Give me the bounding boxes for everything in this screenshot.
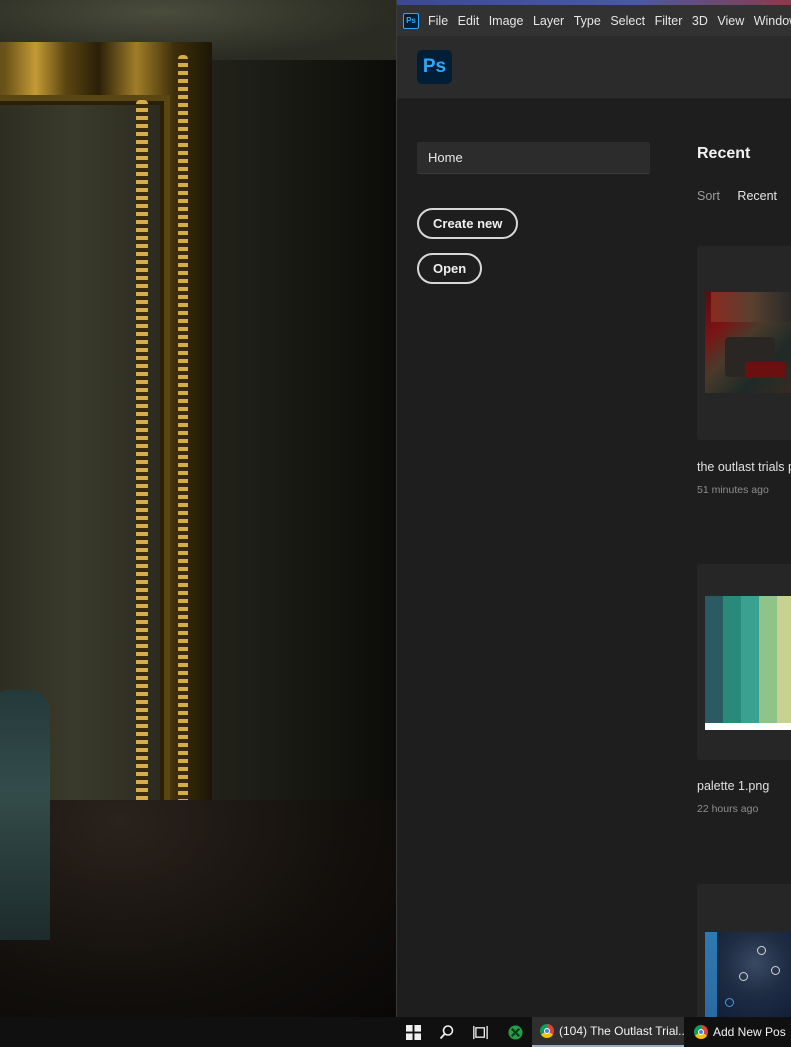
file-name[interactable]: palette 1.png: [697, 779, 769, 793]
menu-view[interactable]: View: [717, 14, 744, 28]
palette-swatch: [723, 596, 741, 723]
search-icon[interactable]: [430, 1017, 464, 1047]
sort-dropdown[interactable]: Recent: [737, 189, 777, 203]
taskbar-task-chrome-1[interactable]: (104) The Outlast Trial...: [532, 1017, 684, 1047]
recent-file-card-3[interactable]: [697, 884, 791, 1017]
desktop-wallpaper: [0, 0, 396, 1017]
menu-3d[interactable]: 3D: [692, 14, 708, 28]
menu-bar: Ps File Edit Image Layer Type Select Fil…: [397, 5, 791, 36]
menu-window[interactable]: Window: [754, 14, 791, 28]
home-header: Ps: [397, 36, 791, 99]
file-name[interactable]: the outlast trials p: [697, 460, 791, 474]
file-time: 51 minutes ago: [697, 484, 769, 496]
xbox-icon[interactable]: [498, 1017, 532, 1047]
taskbar: (104) The Outlast Trial... Add New Post: [0, 1017, 791, 1047]
sort-label: Sort: [697, 189, 720, 203]
windows-start-icon[interactable]: [396, 1017, 430, 1047]
palette-swatch: [777, 596, 791, 723]
palette-swatch: [741, 596, 759, 723]
menu-file[interactable]: File: [428, 14, 448, 28]
menu-image[interactable]: Image: [489, 14, 524, 28]
sidebar-item-label: Home: [428, 150, 463, 165]
create-new-button[interactable]: Create new: [417, 208, 519, 239]
task-label: Add New Post: [713, 1025, 786, 1039]
task-view-icon[interactable]: [464, 1017, 498, 1047]
open-button[interactable]: Open: [417, 253, 483, 284]
sidebar-item-home[interactable]: Home: [417, 142, 650, 174]
menu-type[interactable]: Type: [574, 14, 601, 28]
chrome-icon: [694, 1025, 708, 1039]
taskbar-task-chrome-2[interactable]: Add New Post: [686, 1017, 786, 1047]
ps-logo: Ps: [417, 50, 452, 84]
recent-section: Recent Sort Recent: [697, 130, 791, 203]
chrome-icon: [540, 1024, 554, 1038]
file-thumbnail: [705, 292, 791, 393]
recent-file-card-1[interactable]: [697, 246, 791, 440]
palette-thumbnail: [705, 596, 791, 730]
recent-file-card-2[interactable]: [697, 564, 791, 760]
file-time: 22 hours ago: [697, 803, 759, 815]
ps-icon[interactable]: Ps: [403, 12, 419, 29]
task-label: (104) The Outlast Trial...: [559, 1024, 684, 1038]
palette-swatch: [705, 596, 723, 723]
photoshop-window: Ps File Edit Image Layer Type Select Fil…: [396, 0, 791, 1017]
recent-heading: Recent: [697, 145, 751, 162]
sort-row: Sort Recent: [697, 189, 791, 203]
home-sidebar: Home Create new Open: [417, 142, 650, 284]
map-thumbnail: [705, 932, 791, 1017]
menu-layer[interactable]: Layer: [533, 14, 564, 28]
wallpaper-figure: [0, 690, 50, 940]
menu-select[interactable]: Select: [610, 14, 645, 28]
menu-edit[interactable]: Edit: [458, 14, 480, 28]
menu-filter[interactable]: Filter: [655, 14, 683, 28]
palette-swatch: [759, 596, 777, 723]
